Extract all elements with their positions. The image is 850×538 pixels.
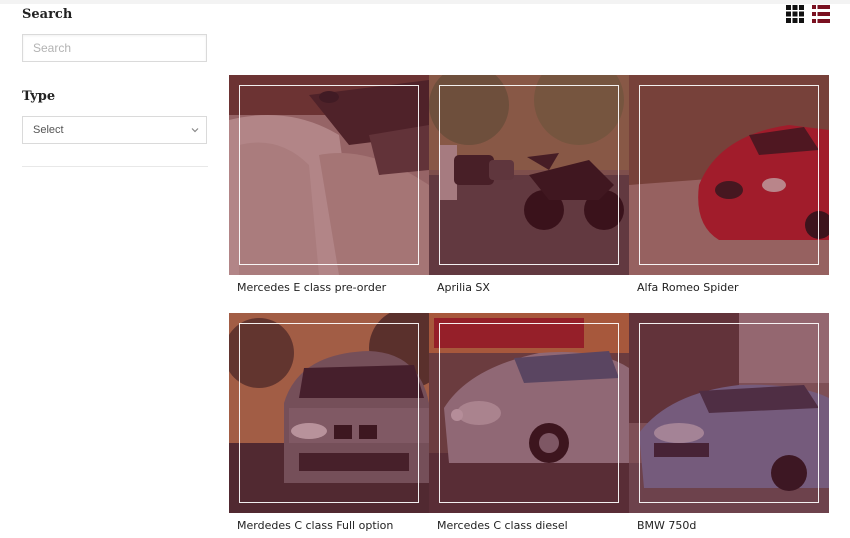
listing-card[interactable]: Mercedes C class diesel bbox=[429, 313, 629, 532]
listing-card[interactable]: BMW 750d bbox=[629, 313, 829, 532]
listing-card[interactable]: Alfa Romeo Spider bbox=[629, 75, 829, 294]
listing-title[interactable]: BMW 750d bbox=[637, 519, 827, 532]
sidebar-divider bbox=[22, 166, 208, 167]
listing-image[interactable] bbox=[629, 313, 829, 513]
image-frame bbox=[639, 85, 819, 265]
image-frame bbox=[239, 323, 419, 503]
type-heading: Type bbox=[22, 89, 56, 104]
type-select-value: Select bbox=[33, 124, 64, 136]
image-frame bbox=[439, 85, 619, 265]
view-toggles bbox=[786, 5, 830, 23]
image-frame bbox=[439, 323, 619, 503]
search-heading: Search bbox=[22, 7, 73, 22]
listing-card[interactable]: Aprilia SX bbox=[429, 75, 629, 294]
listing-title[interactable]: Mercedes C class diesel bbox=[437, 519, 627, 532]
image-frame bbox=[239, 85, 419, 265]
listing-title[interactable]: Aprilia SX bbox=[437, 281, 627, 294]
top-bar bbox=[0, 0, 850, 4]
grid-icon[interactable] bbox=[786, 5, 804, 23]
image-frame bbox=[639, 323, 819, 503]
listing-title[interactable]: Mercedes E class pre-order bbox=[237, 281, 427, 294]
list-icon[interactable] bbox=[812, 5, 830, 23]
listing-image[interactable] bbox=[229, 313, 429, 513]
listing-image[interactable] bbox=[429, 313, 629, 513]
type-select[interactable]: Select bbox=[22, 116, 207, 144]
search-input[interactable] bbox=[22, 34, 207, 62]
listing-image[interactable] bbox=[229, 75, 429, 275]
listing-card[interactable]: Merdedes C class Full option bbox=[229, 313, 429, 532]
listing-image[interactable] bbox=[629, 75, 829, 275]
listing-title[interactable]: Alfa Romeo Spider bbox=[637, 281, 827, 294]
listing-image[interactable] bbox=[429, 75, 629, 275]
listing-title[interactable]: Merdedes C class Full option bbox=[237, 519, 427, 532]
listing-card[interactable]: Mercedes E class pre-order bbox=[229, 75, 429, 294]
chevron-down-icon bbox=[191, 128, 199, 133]
